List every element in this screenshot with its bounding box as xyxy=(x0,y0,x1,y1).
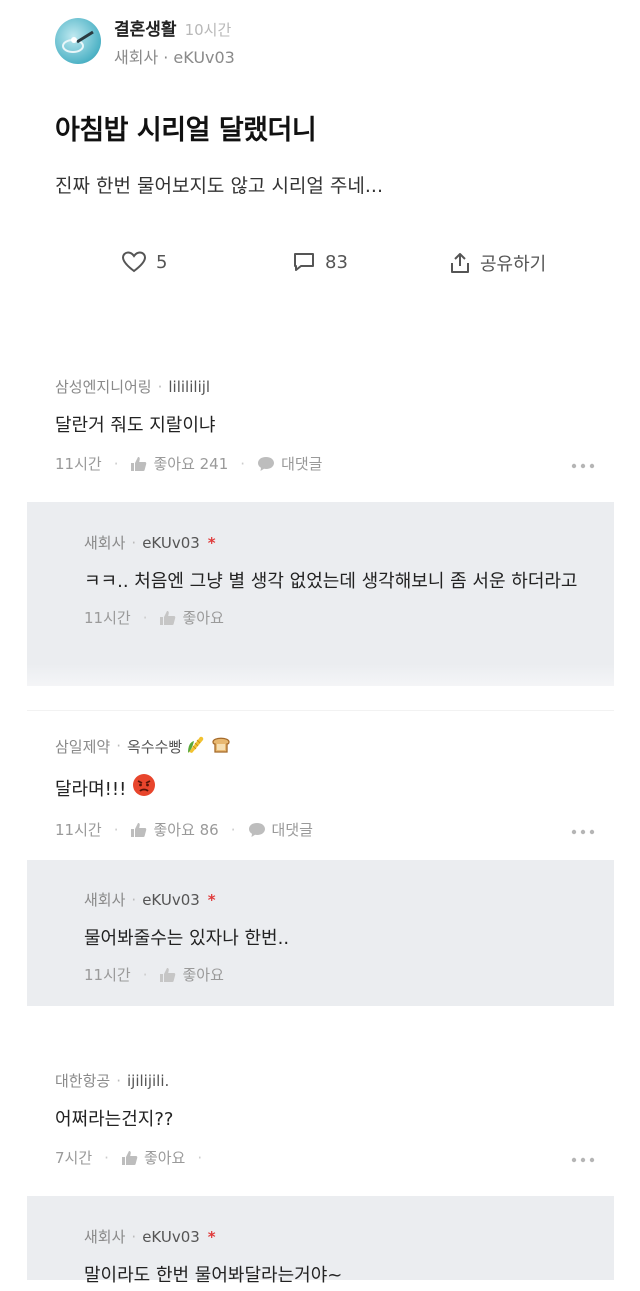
reply-button[interactable]: 대댓글 xyxy=(272,819,313,840)
more-dots-icon[interactable] xyxy=(571,821,595,839)
thumbs-up-icon[interactable] xyxy=(159,610,176,626)
reply-company[interactable]: 새회사 xyxy=(84,1226,125,1247)
comment-text: 어쩌라는건지?? xyxy=(55,1109,174,1130)
reply-bubble-icon[interactable] xyxy=(257,456,275,472)
thumbs-up-icon[interactable] xyxy=(121,1150,138,1166)
share-button[interactable]: 공유하기 xyxy=(449,250,546,276)
author-badge-icon: * xyxy=(207,890,216,909)
share-label: 공유하기 xyxy=(480,254,547,275)
like-count: 5 xyxy=(156,251,168,273)
reply-item: 새회사 · eKUv03 * ㅋㅋ.. 처음엔 그냥 별 생각 없었는데 생각해보니 … xyxy=(84,532,584,628)
post-body: 진짜 한번 물어보지도 않고 시리얼 주네... xyxy=(55,175,383,197)
channel-name[interactable]: 결혼생활 xyxy=(114,15,177,40)
comment-text: 달란거 줘도 지랄이냐 xyxy=(55,415,216,436)
reply-company[interactable]: 새회사 xyxy=(84,889,125,910)
post-header: 결혼생활 10시간 새회사 · eKUv03 xyxy=(55,15,235,68)
author-badge-icon: * xyxy=(207,1227,216,1246)
reply-container: 새회사 · eKUv03 * ㅋㅋ.. 처음엔 그냥 별 생각 없었는데 생각해보니 … xyxy=(27,502,614,664)
reply-item: 새회사 · eKUv03 * 물어봐줄수는 있자나 한번.. 11시간 · 좋아요 xyxy=(84,889,584,985)
comment-item: 삼일제약 · 옥수수빵 달라며!!! 11시간 · 좋아요 86 · 대댓글 xyxy=(55,733,595,840)
author-badge-icon: * xyxy=(207,533,216,552)
post-title: 아침밥 시리얼 달랬더니 xyxy=(55,115,317,146)
reply-container: 새회사 · eKUv03 * 말이라도 한번 물어봐달라는거야~ xyxy=(27,1196,614,1286)
angry-face-icon xyxy=(132,773,156,807)
thumbs-up-icon[interactable] xyxy=(159,967,176,983)
share-icon xyxy=(451,253,469,273)
comment-count: 83 xyxy=(325,251,348,273)
comment-nick[interactable]: 옥수수빵 xyxy=(127,736,182,757)
like-count[interactable]: 좋아요 xyxy=(144,1147,185,1168)
thumbs-up-icon[interactable] xyxy=(130,456,147,472)
comment-time: 11시간 xyxy=(55,455,102,473)
like-button[interactable]: 5 xyxy=(121,250,167,274)
comment-company[interactable]: 삼성엔지니어링 xyxy=(55,376,152,397)
thumbs-up-icon[interactable] xyxy=(130,822,147,838)
like-count[interactable]: 좋아요 86 xyxy=(153,819,218,840)
channel-avatar[interactable] xyxy=(55,18,101,64)
corn-emoji-icon xyxy=(185,733,207,759)
comment-company[interactable]: 삼일제약 xyxy=(55,736,110,757)
reply-company[interactable]: 새회사 xyxy=(84,532,125,553)
more-dots-icon[interactable] xyxy=(571,1149,595,1167)
comment-text: 달라며!!! xyxy=(55,779,127,800)
comment-time: 11시간 xyxy=(55,821,102,839)
reply-item: 새회사 · eKUv03 * 말이라도 한번 물어봐달라는거야~ xyxy=(84,1226,584,1291)
comment-item: 대한항공 · ijilijili. 어쩌라는건지?? 7시간 · 좋아요 · xyxy=(55,1070,595,1168)
reply-like[interactable]: 좋아요 xyxy=(182,964,223,985)
reply-container: 새회사 · eKUv03 * 물어봐줄수는 있자나 한번.. 11시간 · 좋아요 xyxy=(27,860,614,1006)
reply-text: 말이라도 한번 물어봐달라는거야~ xyxy=(84,1265,343,1286)
reply-text: 물어봐줄수는 있자나 한번.. xyxy=(84,928,290,949)
reply-time: 11시간 xyxy=(84,966,131,984)
reply-nick[interactable]: eKUv03 xyxy=(142,891,200,909)
reply-like[interactable]: 좋아요 xyxy=(182,607,223,628)
post-author[interactable]: 새회사 · eKUv03 xyxy=(114,44,235,68)
reply-time: 11시간 xyxy=(84,609,131,627)
comment-time: 7시간 xyxy=(55,1149,93,1167)
reply-nick[interactable]: eKUv03 xyxy=(142,1228,200,1246)
speech-bubble-icon xyxy=(294,253,314,271)
separator xyxy=(27,664,614,686)
heart-icon xyxy=(121,251,147,273)
comment-company[interactable]: 대한항공 xyxy=(55,1070,110,1091)
more-dots-icon[interactable] xyxy=(571,455,595,473)
comment-nick[interactable]: ijilijili. xyxy=(127,1072,169,1090)
comment-item: 삼성엔지니어링 · lilililijl 달란거 줘도 지랄이냐 11시간 · 좋아요… xyxy=(55,376,595,474)
reply-nick[interactable]: eKUv03 xyxy=(142,534,200,552)
reply-button[interactable]: 대댓글 xyxy=(281,453,322,474)
post-time: 10시간 xyxy=(184,20,232,39)
comment-nick[interactable]: lilililijl xyxy=(168,378,210,396)
bread-emoji-icon xyxy=(210,733,232,759)
divider xyxy=(27,710,614,711)
post-actions: 5 83 공유하기 xyxy=(0,250,640,284)
like-count[interactable]: 좋아요 241 xyxy=(153,453,228,474)
reply-bubble-icon[interactable] xyxy=(248,822,266,838)
reply-text: ㅋㅋ.. 처음엔 그냥 별 생각 없었는데 생각해보니 좀 서운 하더라고 xyxy=(84,571,578,592)
